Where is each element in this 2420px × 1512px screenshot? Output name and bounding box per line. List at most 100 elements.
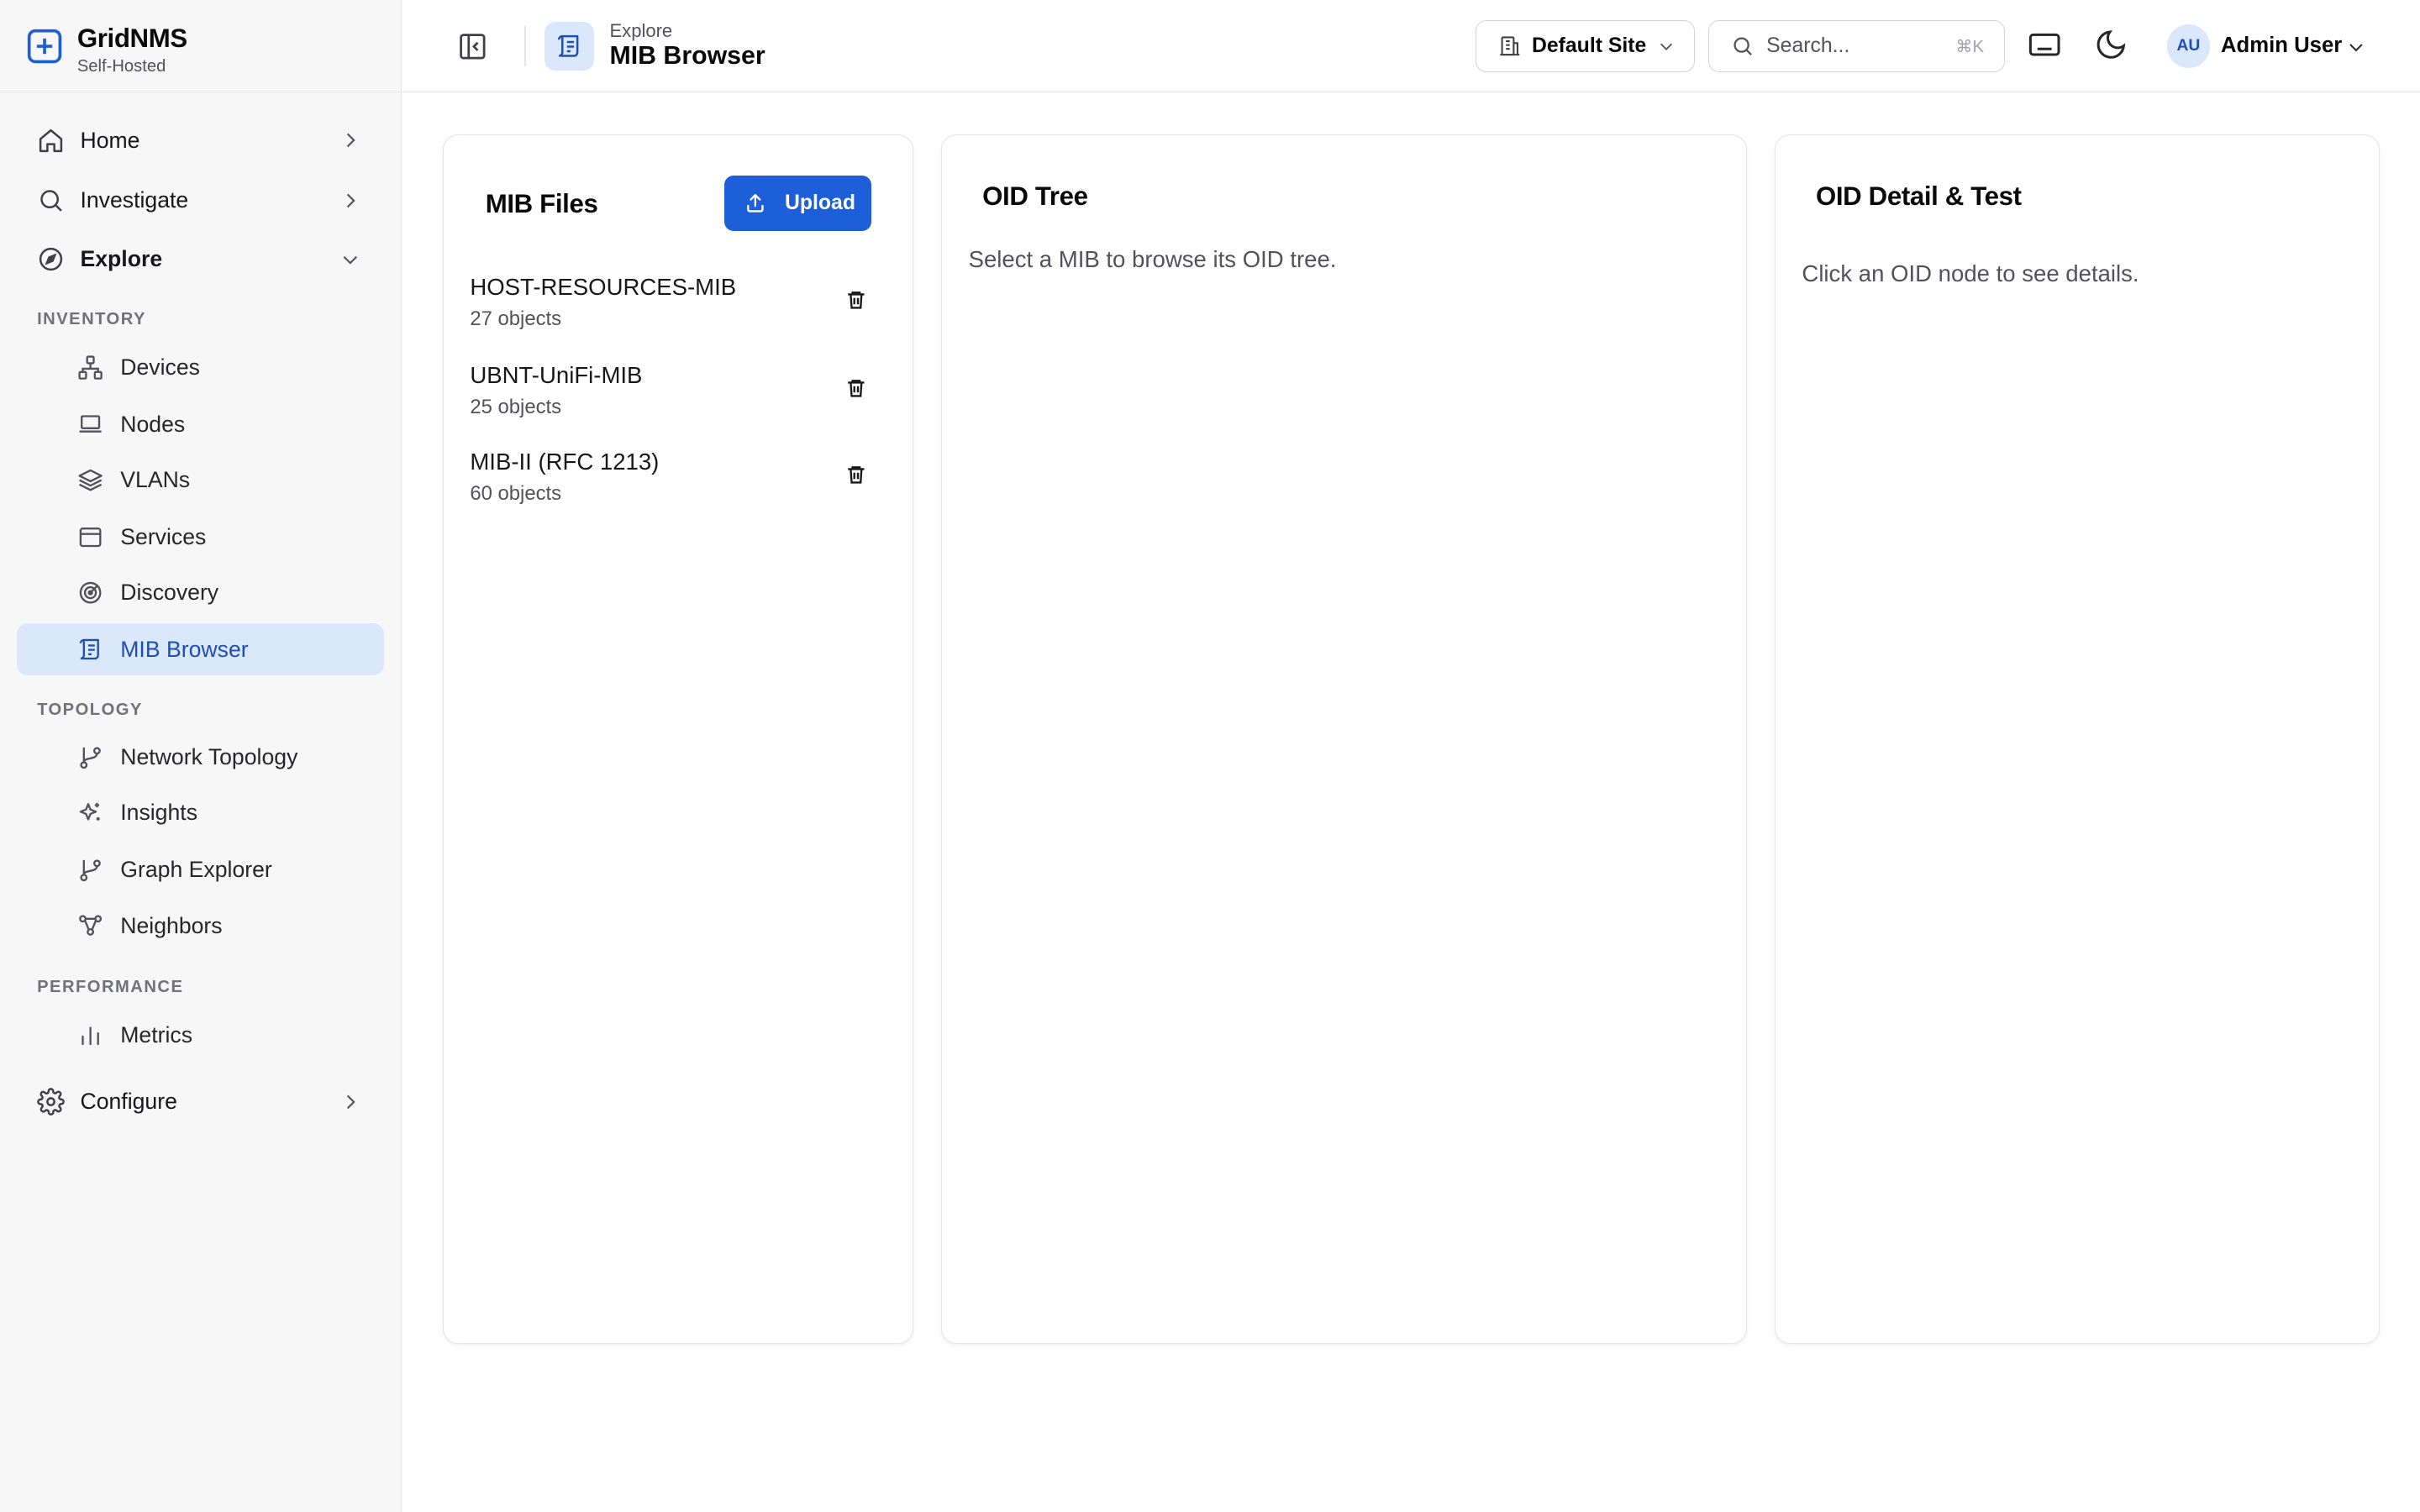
- page-icon: [544, 21, 595, 71]
- nav-home[interactable]: Home: [22, 116, 380, 165]
- trash-icon[interactable]: [845, 464, 867, 486]
- nav-investigate-label: Investigate: [80, 187, 189, 213]
- header-divider: [524, 26, 527, 66]
- trash-icon[interactable]: [845, 289, 867, 311]
- brand: GridNMS Self-Hosted: [0, 0, 401, 93]
- section-inventory: INVENTORY: [37, 310, 146, 329]
- nav-investigate[interactable]: Investigate: [22, 176, 380, 225]
- mib-object-count: 25 objects: [470, 396, 562, 419]
- plus-square-icon: [28, 29, 62, 64]
- sidebar-item-insights[interactable]: Insights: [17, 787, 384, 839]
- brand-name: GridNMS: [76, 23, 187, 53]
- oid-tree-title: OID Tree: [982, 181, 1088, 211]
- nav-configure[interactable]: Configure: [22, 1077, 380, 1126]
- sidebar-item-label: Services: [120, 523, 207, 549]
- nav-configure-label: Configure: [80, 1088, 177, 1114]
- oid-tree-empty-message: Select a MIB to browse its OID tree.: [968, 246, 1337, 273]
- network-icon: [78, 354, 103, 380]
- sidebar-item-label: Network Topology: [120, 744, 298, 770]
- chevron-down-icon[interactable]: [2346, 37, 2366, 57]
- mib-files-panel: MIB Files Upload HOST-RESOURCES-MIB 27 o…: [443, 134, 914, 1344]
- avatar[interactable]: AU: [2166, 24, 2211, 68]
- site-selector[interactable]: Default Site: [1475, 19, 1695, 73]
- page-title: MIB Browser: [609, 41, 765, 70]
- list-item[interactable]: MIB-II (RFC 1213) 60 objects: [470, 449, 874, 522]
- sidebar-item-metrics[interactable]: Metrics: [17, 1009, 384, 1061]
- section-performance: PERFORMANCE: [37, 978, 184, 997]
- sidebar-item-services[interactable]: Services: [17, 511, 384, 563]
- sidebar-item-graph-explorer[interactable]: Graph Explorer: [17, 844, 384, 896]
- building-icon: [1499, 36, 1519, 56]
- sidebar-item-nodes[interactable]: Nodes: [17, 398, 384, 450]
- sidebar-item-discovery[interactable]: Discovery: [17, 566, 384, 618]
- section-topology: TOPOLOGY: [37, 700, 143, 719]
- home-icon: [39, 129, 63, 152]
- sidebar-item-neighbors[interactable]: Neighbors: [17, 900, 384, 952]
- nav-explore-label: Explore: [80, 246, 163, 272]
- brand-subtitle: Self-Hosted: [76, 56, 166, 76]
- chevron-down-icon: [343, 255, 358, 265]
- user-name[interactable]: Admin User: [2221, 34, 2342, 58]
- sidebar-item-label: Graph Explorer: [120, 857, 272, 883]
- bar-chart-icon: [82, 1026, 99, 1045]
- share-nodes-icon: [78, 915, 102, 937]
- search-icon: [1733, 37, 1752, 56]
- sidebar-item-label: Insights: [120, 800, 198, 826]
- breadcrumb[interactable]: Explore: [609, 20, 672, 42]
- list-item[interactable]: UBNT-UniFi-MIB 25 objects: [470, 362, 874, 436]
- git-branch-icon: [80, 747, 101, 769]
- mib-object-count: 60 objects: [470, 482, 562, 506]
- mib-object-count: 27 objects: [470, 307, 562, 331]
- nav-explore[interactable]: Explore: [22, 234, 380, 284]
- sparkles-icon: [79, 803, 100, 822]
- sidebar: GridNMS Self-Hosted Home Investigate Exp…: [0, 0, 402, 1512]
- scroll-icon: [558, 34, 579, 57]
- sidebar-item-label: Nodes: [120, 411, 186, 437]
- mib-name: HOST-RESOURCES-MIB: [470, 274, 737, 301]
- oid-detail-empty-message: Click an OID node to see details.: [1802, 260, 2139, 286]
- upload-button-label: Upload: [785, 191, 855, 214]
- git-branch-icon: [80, 859, 101, 882]
- sidebar-item-mib-browser[interactable]: MIB Browser: [17, 623, 385, 676]
- mib-name: UBNT-UniFi-MIB: [470, 361, 643, 388]
- mib-name: MIB-II (RFC 1213): [470, 448, 660, 475]
- chevron-right-icon: [346, 193, 355, 207]
- sidebar-item-label: Neighbors: [120, 912, 223, 938]
- list-item[interactable]: HOST-RESOURCES-MIB 27 objects: [470, 274, 874, 348]
- upload-button[interactable]: Upload: [724, 175, 871, 231]
- sidebar-item-label: Discovery: [120, 579, 219, 605]
- layers-icon: [78, 469, 103, 491]
- sidebar-item-label: Metrics: [120, 1021, 193, 1047]
- radar-icon: [79, 581, 102, 604]
- chevron-down-icon: [1660, 43, 1673, 51]
- sidebar-item-label: Devices: [120, 354, 200, 380]
- oid-detail-title: OID Detail & Test: [1815, 181, 2022, 211]
- sidebar-item-label: VLANs: [120, 466, 191, 492]
- laptop-icon: [79, 415, 102, 433]
- sidebar-item-network-topology[interactable]: Network Topology: [17, 732, 384, 784]
- sidebar-item-vlans[interactable]: VLANs: [17, 454, 384, 506]
- upload-icon: [747, 193, 764, 213]
- moon-icon[interactable]: [2094, 28, 2128, 61]
- keyboard-icon[interactable]: [2028, 28, 2061, 61]
- browser-window-icon: [79, 527, 102, 547]
- nav-home-label: Home: [80, 127, 140, 153]
- site-label: Default Site: [1531, 34, 1647, 58]
- search-icon: [40, 190, 62, 213]
- trash-icon[interactable]: [845, 377, 867, 399]
- top-header: Explore MIB Browser Default Site ⌘K AU A…: [402, 0, 2420, 93]
- sidebar-toggle-icon[interactable]: [457, 31, 488, 62]
- chevron-right-icon: [346, 133, 355, 148]
- oid-detail-panel: OID Detail & Test Click an OID node to s…: [1775, 134, 2381, 1344]
- compass-icon: [39, 247, 63, 271]
- chevron-right-icon: [346, 1095, 355, 1109]
- sidebar-item-devices[interactable]: Devices: [17, 341, 384, 393]
- sidebar-item-label: MIB Browser: [120, 636, 249, 662]
- gear-icon: [37, 1088, 65, 1116]
- search-box[interactable]: ⌘K: [1708, 19, 2005, 73]
- search-shortcut: ⌘K: [1955, 38, 1984, 57]
- mib-files-title: MIB Files: [485, 189, 598, 219]
- scroll-icon: [79, 638, 99, 659]
- oid-tree-panel: OID Tree Select a MIB to browse its OID …: [941, 134, 1748, 1344]
- search-input[interactable]: [1766, 34, 1937, 59]
